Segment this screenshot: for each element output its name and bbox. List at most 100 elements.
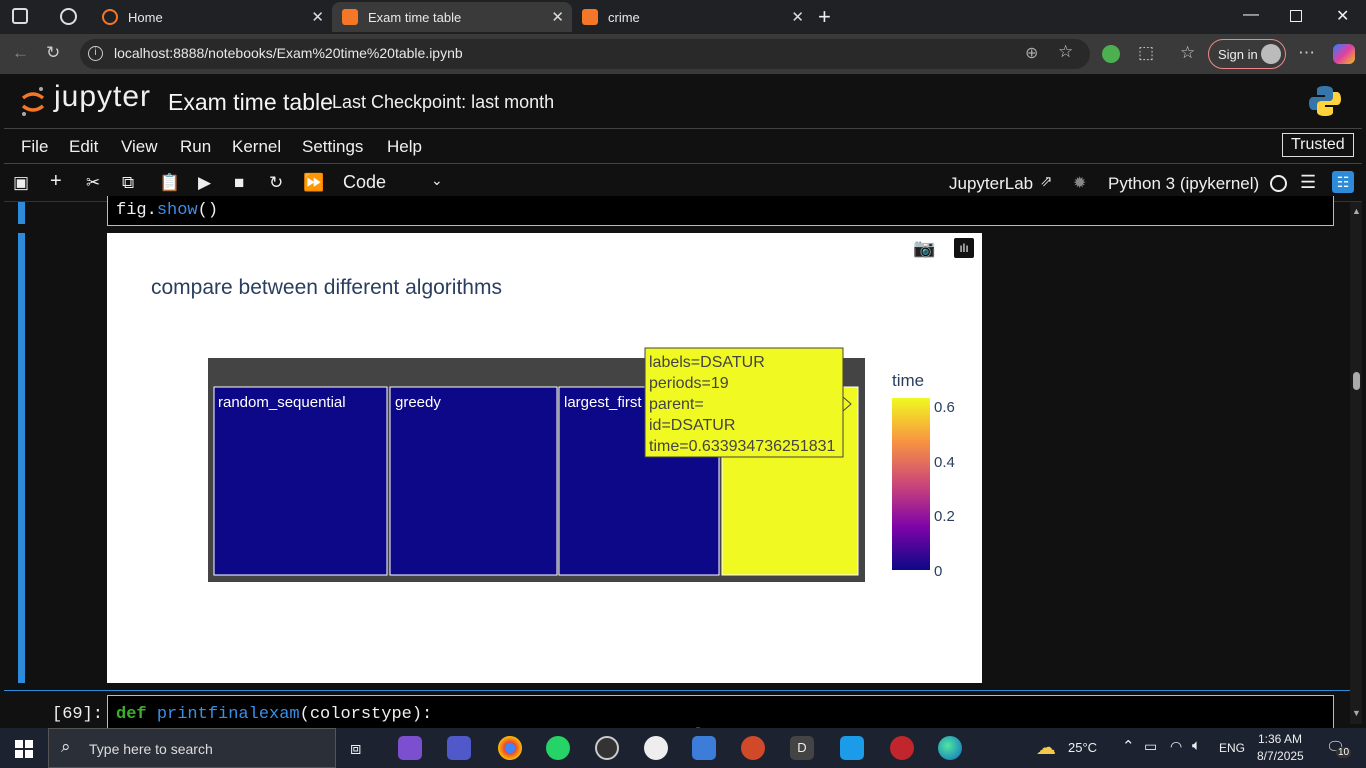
tab-crime[interactable]: crime ✕ xyxy=(572,2,812,32)
menu-settings[interactable]: Settings xyxy=(302,137,363,157)
code-line: fig.show() xyxy=(116,201,218,220)
favorites-icon[interactable]: ☆ xyxy=(1180,43,1195,63)
github-icon[interactable] xyxy=(644,736,668,760)
wifi-icon[interactable]: ◠ xyxy=(1170,738,1182,755)
d-app-icon[interactable]: D xyxy=(790,736,814,760)
checkpoint-status: Last Checkpoint: last month xyxy=(332,92,555,112)
cell-type-select[interactable]: Code ⌄ xyxy=(343,172,447,196)
code-token: printfinalexam xyxy=(156,705,300,724)
external-link-icon: ⇗ xyxy=(1040,173,1053,190)
menu-kernel[interactable]: Kernel xyxy=(232,137,281,157)
remote-desktop-icon[interactable] xyxy=(692,736,716,760)
code-token: show xyxy=(156,201,198,220)
refresh-icon[interactable]: ↻ xyxy=(46,43,60,63)
tab-actions-icon[interactable] xyxy=(12,8,28,24)
search-placeholder: Type here to search xyxy=(89,741,213,757)
notification-count: 10 xyxy=(1336,747,1352,758)
command-palette-icon[interactable]: ☰ xyxy=(1300,172,1316,193)
paste-icon[interactable]: 📋 xyxy=(159,173,180,193)
teams-icon[interactable] xyxy=(447,736,471,760)
tab-home[interactable]: Home ✕ xyxy=(92,2,332,32)
weather-icon[interactable]: ☁ xyxy=(1036,735,1056,760)
chrome-icon[interactable] xyxy=(498,736,522,760)
battery-icon[interactable]: ▭ xyxy=(1144,738,1157,755)
jupyter-logo-icon[interactable] xyxy=(20,84,46,118)
close-window-icon[interactable]: ✕ xyxy=(1336,6,1349,26)
colorbar-tick: 0.4 xyxy=(934,454,955,471)
close-icon[interactable]: ✕ xyxy=(311,8,324,26)
whatsapp-icon[interactable] xyxy=(546,736,570,760)
notebook-scrollbar[interactable]: ▲ ▼ xyxy=(1350,202,1362,724)
extensions-puzzle-icon[interactable]: ⬚ xyxy=(1138,43,1154,63)
plotly-output: 📷 ılı compare between different algorith… xyxy=(107,233,982,683)
favorite-star-icon[interactable]: ☆ xyxy=(1058,42,1073,62)
tile-label: greedy xyxy=(395,394,441,411)
more-icon[interactable]: ⋯ xyxy=(1298,43,1315,63)
task-view-icon[interactable]: ⧈ xyxy=(350,738,361,759)
stop-icon[interactable]: ■ xyxy=(234,173,244,193)
restart-icon[interactable]: ↻ xyxy=(269,173,283,193)
app-icon[interactable] xyxy=(890,736,914,760)
info-icon[interactable]: i xyxy=(88,46,103,61)
debugger-bug-icon[interactable]: ✹ xyxy=(1073,173,1086,193)
tab-exam-time-table[interactable]: Exam time table ✕ xyxy=(332,2,572,32)
code-token: . xyxy=(146,201,157,220)
workspaces-icon[interactable] xyxy=(60,8,77,25)
clock-date[interactable]: 8/7/2025 xyxy=(1257,749,1304,763)
jupyterlab-link[interactable]: JupyterLab xyxy=(949,174,1033,194)
sign-in-button[interactable]: Sign in xyxy=(1208,39,1286,69)
tooltip-line: time=0.633934736251831 xyxy=(649,438,835,455)
tooltip-line: parent= xyxy=(649,396,704,413)
trusted-indicator[interactable]: Trusted xyxy=(1282,133,1354,157)
copy-icon[interactable]: ⧉ xyxy=(122,173,134,193)
save-icon[interactable]: ▣ xyxy=(13,173,29,193)
chevron-up-icon[interactable]: ⌃ xyxy=(1122,737,1135,755)
volume-icon[interactable]: 🔈︎ xyxy=(1192,737,1201,754)
tile-random-sequential[interactable] xyxy=(213,386,388,576)
copilot-icon[interactable] xyxy=(1333,44,1355,64)
language-indicator[interactable]: ENG xyxy=(1219,741,1245,755)
close-icon[interactable]: ✕ xyxy=(791,8,804,26)
menu-run[interactable]: Run xyxy=(180,137,211,157)
taskbar-search-box[interactable]: ⌕ Type here to search xyxy=(48,728,336,768)
visual-studio-icon[interactable] xyxy=(398,736,422,760)
app-icon[interactable] xyxy=(840,736,864,760)
cut-icon[interactable]: ✂ xyxy=(86,173,100,193)
restore-icon[interactable] xyxy=(1290,10,1302,22)
property-inspector-icon[interactable]: ☷ xyxy=(1332,171,1354,193)
kernel-name[interactable]: Python 3 (ipykernel) xyxy=(1108,174,1259,194)
extension-icon[interactable] xyxy=(1102,45,1120,63)
browser-tab-strip: Home ✕ Exam time table ✕ crime ✕ + — ✕ xyxy=(0,0,1366,34)
clock-time[interactable]: 1:36 AM xyxy=(1258,732,1302,746)
output-collapser[interactable] xyxy=(18,233,25,683)
obs-icon[interactable] xyxy=(595,736,619,760)
tile-greedy[interactable] xyxy=(389,386,558,576)
edge-icon[interactable] xyxy=(938,736,962,760)
run-all-icon[interactable]: ⏩ xyxy=(303,173,324,193)
minimize-icon[interactable]: — xyxy=(1243,6,1259,24)
zoom-icon[interactable]: ⊕ xyxy=(1025,43,1038,63)
app-icon[interactable] xyxy=(741,736,765,760)
notebook-panel: fig.show() 📷 ılı compare between differe… xyxy=(4,196,1362,752)
windows-taskbar: ⌕ Type here to search ⧈ D ☁ 25°C ⌃ ▭ ◠ 🔈… xyxy=(0,728,1366,768)
scroll-up-arrow[interactable]: ▲ xyxy=(1352,206,1361,216)
add-cell-icon[interactable]: + xyxy=(50,170,62,193)
scroll-down-arrow[interactable]: ▼ xyxy=(1352,708,1361,718)
code-cell-input[interactable]: fig.show() xyxy=(107,196,1334,226)
menu-view[interactable]: View xyxy=(121,137,158,157)
cell-type-value: Code xyxy=(343,172,387,192)
notebook-title[interactable]: Exam time table xyxy=(168,89,333,116)
close-icon[interactable]: ✕ xyxy=(551,8,564,26)
browser-toolbar: ← ↻ i localhost:8888/notebooks/Exam%20ti… xyxy=(0,34,1366,74)
menu-help[interactable]: Help xyxy=(387,137,422,157)
code-token: def xyxy=(116,705,147,724)
menu-file[interactable]: File xyxy=(21,137,48,157)
back-icon[interactable]: ← xyxy=(12,43,29,63)
new-tab-button[interactable]: + xyxy=(818,4,831,30)
run-icon[interactable]: ▶ xyxy=(198,173,211,193)
cell-collapser[interactable] xyxy=(18,202,25,224)
menu-edit[interactable]: Edit xyxy=(69,137,98,157)
address-bar[interactable]: i localhost:8888/notebooks/Exam%20time%2… xyxy=(80,39,1090,69)
windows-start-icon[interactable] xyxy=(15,740,33,758)
scroll-thumb[interactable] xyxy=(1353,372,1360,390)
